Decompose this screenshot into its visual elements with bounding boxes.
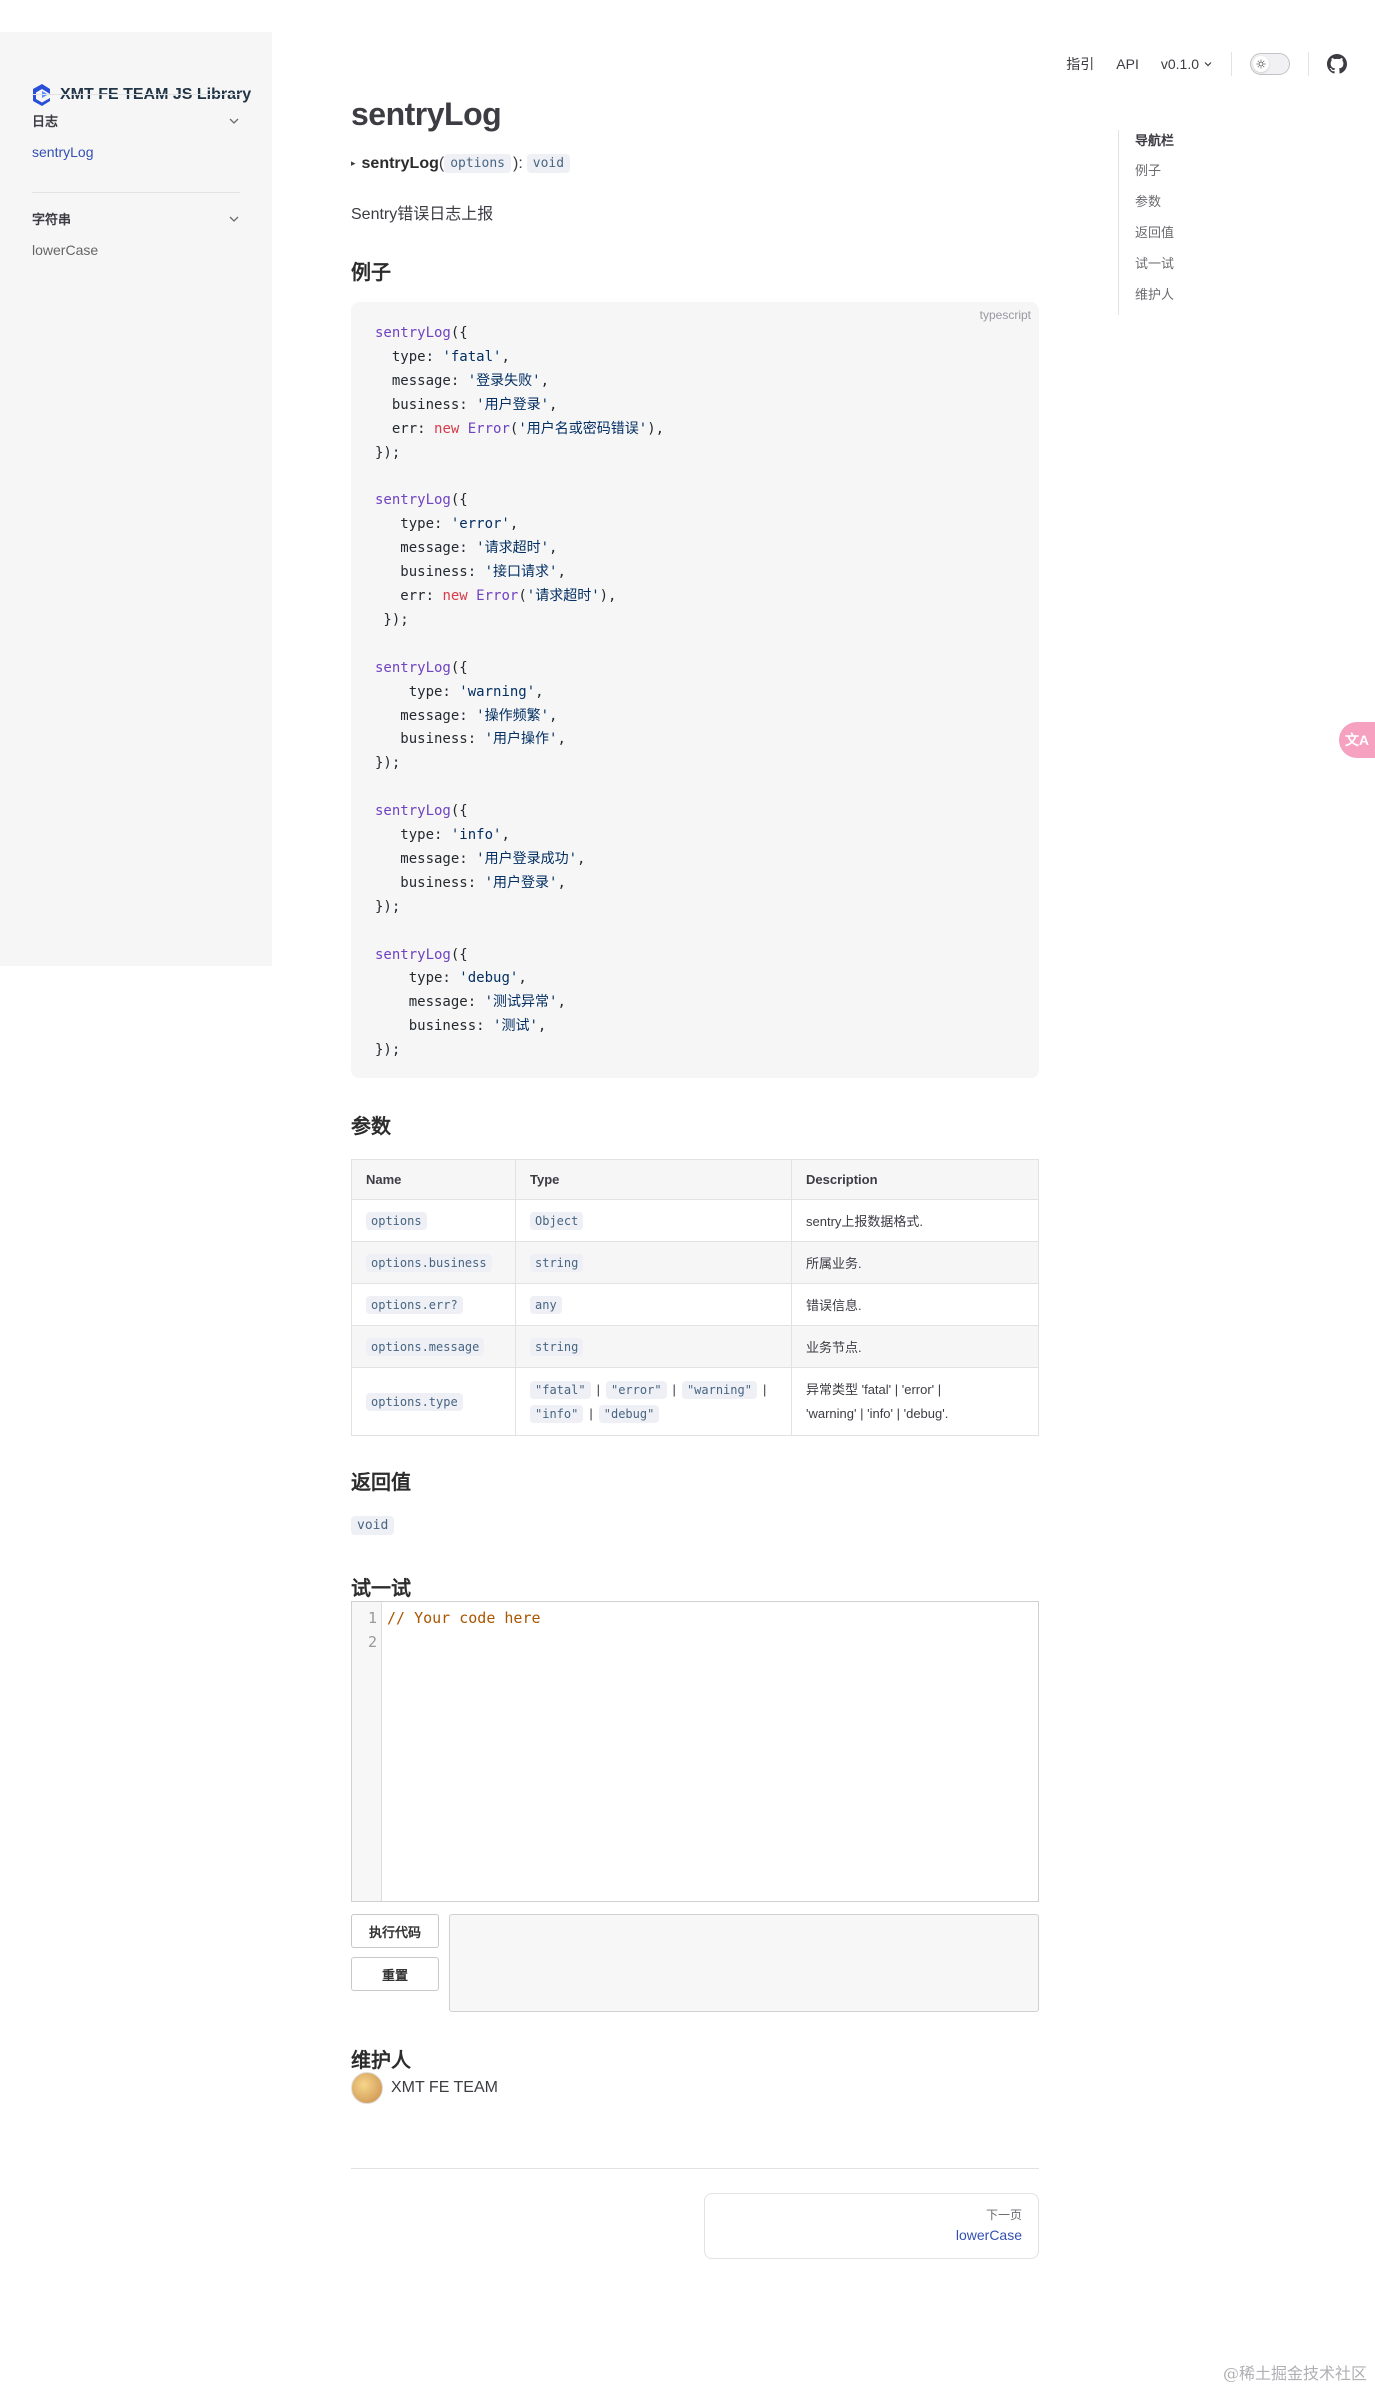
sidebar-group-title[interactable]: 日志 [32, 111, 240, 130]
sidebar: XMT FE TEAM JS Library 日志 sentryLog 字符串 … [0, 32, 272, 966]
outline-title: 导航栏 [1135, 133, 1175, 148]
nav-link-guide[interactable]: 指引 [1066, 54, 1094, 74]
table-row: options Object sentry上报数据格式. [351, 1199, 1039, 1242]
table-row: options.err? any 错误信息. [351, 1283, 1039, 1326]
github-icon[interactable] [1327, 54, 1347, 74]
reset-button[interactable]: 重置 [351, 1957, 439, 1991]
table-header-row: Name Type Description [351, 1159, 1039, 1200]
footer-divider [351, 2168, 1039, 2169]
nav-divider [1308, 52, 1309, 76]
watermark: @稀土掘金技术社区 [1222, 2364, 1367, 2383]
sidebar-item-lowercase[interactable]: lowerCase [32, 242, 240, 258]
return-chip: void [526, 154, 571, 173]
table-row: options.message string 业务节点. [351, 1325, 1039, 1368]
chevron-down-icon [1204, 62, 1212, 67]
maintainer: XMT FE TEAM [351, 2072, 498, 2104]
section-heading-returns: 返回值 [351, 1472, 411, 1494]
next-page-link[interactable]: 下一页 lowerCase [704, 2193, 1039, 2259]
theme-toggle[interactable] [1250, 53, 1290, 75]
code-language-label: typescript [979, 308, 1031, 322]
function-signature: ▸ sentryLog ( options ): void [351, 154, 571, 173]
section-heading-params: 参数 [351, 1116, 391, 1138]
sun-icon [1256, 59, 1266, 69]
sidebar-group-log: 日志 sentryLog [32, 94, 240, 160]
params-table: Name Type Description options Object sen… [351, 1159, 1039, 1436]
page-description: Sentry错误日志上报 [351, 206, 494, 223]
next-page-title: lowerCase [955, 2227, 1022, 2243]
editor-code[interactable]: // Your code here [387, 1606, 541, 1630]
param-chip: options [444, 154, 511, 173]
section-heading-example: 例子 [351, 262, 391, 284]
avatar [351, 2072, 383, 2104]
run-code-button[interactable]: 执行代码 [351, 1914, 439, 1948]
nav-link-api[interactable]: API [1116, 56, 1139, 72]
outline-item-returns[interactable]: 返回值 [1135, 222, 1174, 241]
maintainer-name: XMT FE TEAM [391, 2079, 498, 2096]
sidebar-group-string: 字符串 lowerCase [32, 192, 240, 258]
outline-item-maintainer[interactable]: 维护人 [1135, 284, 1174, 303]
page-title: sentryLog [351, 96, 502, 132]
expand-triangle-icon[interactable]: ▸ [351, 158, 356, 169]
code-editor[interactable]: 1 2 // Your code here [351, 1601, 1039, 1902]
top-nav: 指引 API v0.1.0 [1066, 52, 1347, 76]
nav-divider [1231, 52, 1232, 76]
sidebar-item-sentrylog[interactable]: sentryLog [32, 144, 240, 160]
page-outline: 导航栏 例子 参数 返回值 试一试 维护人 [1118, 130, 1174, 315]
outline-item-example[interactable]: 例子 [1135, 160, 1174, 179]
section-heading-playground: 试一试 [351, 1578, 411, 1600]
outline-item-playground[interactable]: 试一试 [1135, 253, 1174, 272]
chevron-down-icon [229, 216, 239, 222]
output-panel [449, 1914, 1039, 2012]
translate-icon[interactable]: 文A [1339, 722, 1375, 758]
sidebar-group-title[interactable]: 字符串 [32, 209, 240, 228]
example-code: sentryLog({ type: 'fatal', message: '登录失… [375, 325, 665, 1059]
chevron-down-icon [229, 118, 239, 124]
outline-item-params[interactable]: 参数 [1135, 191, 1174, 210]
next-page-label: 下一页 [985, 2208, 1022, 2222]
return-type-chip: void [351, 1516, 395, 1535]
line-numbers: 1 2 [352, 1602, 382, 1901]
section-heading-maintainer: 维护人 [351, 2050, 411, 2072]
table-row: options.business string 所属业务. [351, 1241, 1039, 1284]
table-row: options.type "fatal" | "error" | "warning" | … [351, 1367, 1039, 1436]
example-code-block: typescript sentryLog({ type: 'fatal', me… [351, 302, 1039, 1078]
version-dropdown[interactable]: v0.1.0 [1161, 56, 1213, 72]
